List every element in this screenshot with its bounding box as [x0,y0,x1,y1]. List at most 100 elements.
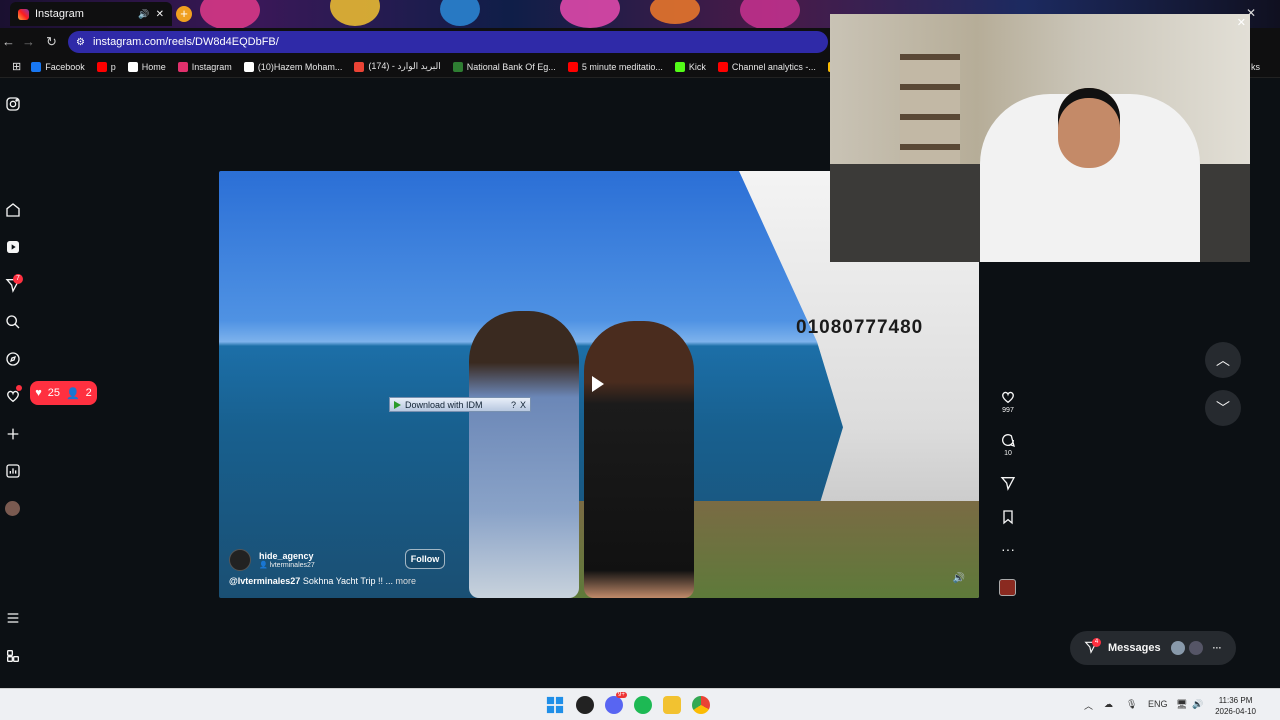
create-icon[interactable] [4,426,21,443]
share-icon[interactable] [998,475,1018,493]
webcam-close-icon[interactable]: ✕ [1237,16,1246,29]
wallpaper-shape [650,0,700,24]
bookmark-item[interactable]: National Bank Of Eg... [452,61,556,72]
caption-mention[interactable]: @lvterminales27 [229,576,300,586]
volume-icon[interactable]: 🔊 [953,573,965,584]
wallpaper-shape [200,0,260,28]
direct-badge: 7 [13,274,23,284]
spotify-icon[interactable] [634,696,652,714]
idm-arrow-icon [394,400,401,409]
reels-icon[interactable] [4,239,21,256]
person-icon: 👤 [65,387,80,400]
site-info-icon[interactable]: ⚙ [76,37,85,48]
chrome-icon[interactable] [692,696,710,714]
audio-thumbnail[interactable] [999,579,1016,596]
bookmark-item[interactable]: Home [127,61,166,72]
save-icon[interactable] [998,509,1018,527]
bookmarks-overflow[interactable]: ks [1251,62,1260,72]
tab-title: Instagram [35,8,84,20]
search-icon[interactable] [4,314,21,331]
clock-date: 2026-04-10 [1215,707,1256,716]
more-menu-icon[interactable] [4,610,21,627]
also-from-meta-icon[interactable] [4,648,21,665]
author-name[interactable]: hide_agency [259,551,315,561]
network-icon[interactable]: 🖥 [1176,699,1187,710]
obs-icon[interactable] [576,696,594,714]
messages-more: ··· [1212,643,1222,653]
streamer-head-image [1058,88,1120,168]
webcam-overlay: ✕ [830,14,1250,262]
more-options-icon[interactable]: ··· [998,541,1018,557]
comment-icon [1002,434,1015,448]
apps-grid-icon[interactable]: ⊞ [12,60,21,73]
forward-icon[interactable]: → [22,34,35,49]
followers-count: 2 [85,387,92,399]
idm-download-button[interactable]: Download with IDM ? X [389,397,531,412]
follow-button[interactable]: Follow [405,549,445,569]
bookmark-item[interactable]: Kick [674,61,706,72]
facebook-icon [31,61,42,72]
show-hidden-icons[interactable]: ︿ [1084,699,1093,712]
microphone-icon[interactable]: 🎙 [1126,699,1137,710]
profile-avatar[interactable] [4,500,21,517]
messages-button[interactable]: Messages ··· [1070,631,1236,665]
collab-name[interactable]: lvterminales27 [270,562,315,569]
bookmark-item[interactable]: Instagram [177,61,232,72]
close-tab-icon[interactable]: ✕ [156,9,164,20]
person-image [469,311,579,598]
bookmark-label: Instagram [191,61,232,72]
bookmark-item[interactable]: Facebook [31,61,85,72]
previous-reel-button[interactable]: ︿ [1205,342,1241,378]
reload-icon[interactable]: ↻ [46,34,57,50]
idm-help-icon[interactable]: ? [511,400,516,410]
author-avatar[interactable] [229,549,251,571]
url-bar[interactable]: ⚙ instagram.com/reels/DW8d4EQDbFB/ [68,31,828,53]
wallpaper-shape [440,0,480,26]
like-count: 997 [1002,407,1014,414]
bookmark-item[interactable]: (10)Hazem Moham... [243,61,342,72]
speaker-icon[interactable]: 🔊 [138,9,149,20]
activity-dot [16,385,22,391]
messages-badge: 4 [1092,638,1101,647]
discord-icon[interactable] [605,696,623,714]
reel-author[interactable]: hide_agency 👤 lvterminales27 [229,549,315,571]
instagram-logo-icon[interactable] [4,96,21,113]
bookmark-item[interactable]: 5 minute meditatio... [567,61,663,72]
x-icon [127,61,138,72]
clock[interactable]: 11:36 PM 2026-04-10 [1215,695,1256,717]
youtube-icon [567,61,578,72]
new-tab-button[interactable]: + [176,6,192,22]
reel-caption: @lvterminales27 Sokhna Yacht Trip !! ...… [229,576,416,586]
bookmark-label: 5 minute meditatio... [581,61,663,72]
next-reel-button[interactable]: ﹀ [1205,390,1241,426]
bookmark-item[interactable]: p [96,61,116,72]
volume-icon[interactable]: 🔊 [1192,699,1203,710]
onedrive-icon[interactable]: ☁ [1104,699,1113,710]
wallpaper-shape [740,0,800,28]
file-explorer-icon[interactable] [663,696,681,714]
back-icon[interactable]: ← [2,34,15,49]
bookmark-item[interactable]: (174) - البريد الوارد [354,61,441,72]
dashboard-icon[interactable] [4,463,21,480]
kick-icon [674,61,685,72]
home-icon[interactable] [4,202,21,219]
idm-label: Download with IDM [405,399,483,410]
explore-icon[interactable] [4,351,21,368]
idm-close-icon[interactable]: X [520,400,526,410]
windows-start-icon[interactable] [546,696,564,714]
bookmark-item[interactable]: Channel analytics -... [717,61,816,72]
heart-filled-icon: ♥ [35,387,42,399]
more-link[interactable]: more [396,576,417,586]
bookmark-label: p [110,61,116,72]
bookmark-label: Kick [688,61,706,72]
instagram-icon [177,61,188,72]
instagram-icon [18,8,29,20]
comment-action[interactable]: 10 [998,432,1018,457]
discord-badge: 9+ [616,692,627,698]
wallpaper-shape [330,0,380,26]
like-action[interactable]: 997 [998,389,1018,414]
instagram-sidebar: 7 [0,78,26,688]
play-icon[interactable] [592,376,604,392]
language-indicator[interactable]: ENG [1148,699,1168,709]
tab-instagram[interactable]: Instagram 🔊 ✕ [10,2,172,26]
